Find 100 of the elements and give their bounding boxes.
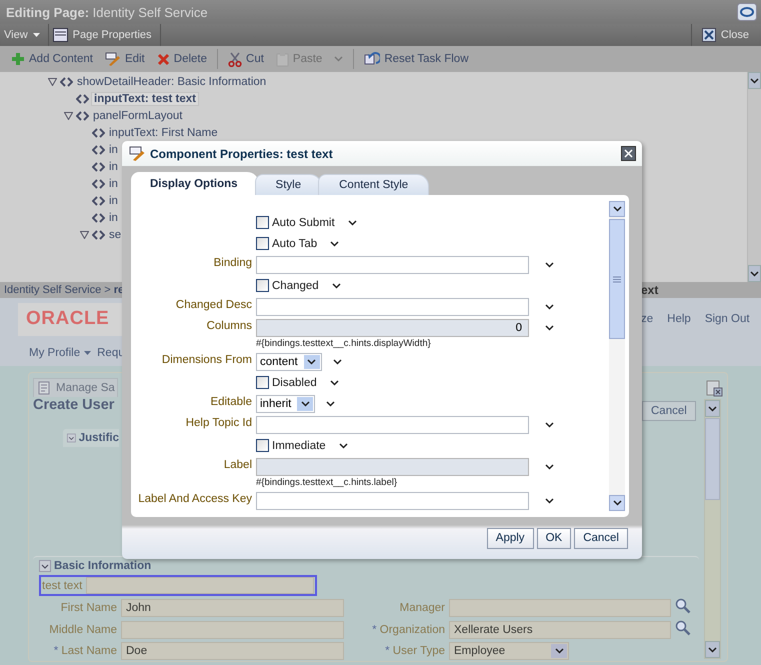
tree-item[interactable]: in (107, 144, 120, 156)
close-icon (702, 28, 716, 42)
expand-triangle-icon[interactable] (64, 112, 72, 120)
nav-link[interactable]: ze (641, 313, 654, 325)
menu-chevron-icon[interactable] (545, 498, 554, 504)
checkbox-label: Immediate (272, 440, 326, 452)
property-label: Binding (212, 256, 252, 271)
tree-item[interactable]: inputText: First Name (107, 126, 220, 138)
chevron-down-icon[interactable] (708, 646, 717, 652)
close-window-icon[interactable] (706, 380, 723, 397)
search-icon[interactable] (675, 620, 691, 636)
property-label: Label And Access Key (137, 492, 252, 507)
field-label: Manager (398, 602, 445, 614)
scroll-down-button[interactable] (748, 265, 761, 282)
close-button[interactable] (621, 146, 636, 161)
dialog-title: Component Properties: test text (150, 146, 334, 160)
checkbox[interactable] (256, 237, 269, 250)
toolbar-button[interactable]: Reset Task Flow (360, 49, 472, 69)
logo-icon (737, 3, 757, 21)
cancel-button[interactable]: Cancel (642, 401, 696, 421)
checkbox[interactable] (256, 376, 269, 389)
nav-link[interactable]: Sign Out (704, 313, 750, 325)
text-field[interactable]: Xellerate Users (449, 620, 671, 638)
tree-item[interactable]: panelFormLayout (91, 110, 184, 122)
logo: ORACLE (18, 302, 122, 336)
toolbar-button[interactable]: Edit (100, 49, 149, 69)
menu-chevron-icon[interactable] (326, 400, 336, 406)
chevron-down-icon[interactable] (554, 648, 564, 654)
menu-chevron-icon[interactable] (545, 422, 554, 428)
tab[interactable]: Display Options (131, 172, 259, 195)
checkbox-label: Auto Submit (272, 216, 335, 228)
select-field[interactable]: inherit (256, 394, 316, 412)
menu-chevron-icon[interactable] (332, 282, 341, 288)
menu-chevron-icon[interactable] (545, 304, 554, 310)
text-field[interactable] (256, 256, 529, 274)
toolbar-button[interactable]: Cut (224, 49, 268, 69)
menu-chevron-icon[interactable] (330, 240, 340, 246)
checkbox[interactable] (256, 279, 269, 292)
nav-link[interactable]: Help (667, 313, 691, 325)
field-label: First Name (60, 602, 117, 614)
text-field[interactable] (256, 492, 529, 510)
property-label: Label (222, 458, 252, 473)
dialog-button[interactable]: OK (536, 528, 572, 548)
tree-item[interactable]: in (107, 212, 120, 224)
page-heading: Create User (32, 397, 116, 415)
dialog-button[interactable]: Apply (486, 528, 534, 548)
code-icon (92, 128, 105, 138)
text-field[interactable]: Doe (121, 642, 344, 660)
select-field[interactable]: content (256, 352, 322, 370)
menu-chevron-icon[interactable] (338, 442, 348, 448)
checkbox-label: Changed (272, 280, 319, 292)
property-label: Dimensions From (160, 353, 252, 368)
menu-chevron-icon[interactable] (330, 380, 339, 386)
text-field[interactable]: John (121, 598, 344, 616)
code-icon (92, 178, 105, 188)
menu-chevron-icon[interactable] (332, 358, 342, 364)
chevron-down-icon[interactable] (750, 270, 759, 276)
checkbox[interactable] (256, 439, 269, 452)
text-field[interactable] (256, 298, 529, 316)
scroll-down-button[interactable] (609, 495, 625, 511)
binding-hint: #{bindings.testtext__c.hints.label} (256, 477, 398, 490)
section-header[interactable]: Justific (63, 429, 119, 447)
menu-chevron-icon[interactable] (545, 464, 554, 470)
tree-item[interactable]: in (107, 178, 120, 190)
tree-item[interactable]: in (107, 194, 120, 206)
toolbar-button[interactable]: Add Content (7, 49, 97, 69)
menu-chevron-icon[interactable] (545, 262, 554, 268)
binding-hint: #{bindings.testtext__c.hints.displayWidth} (256, 338, 432, 351)
nav-menu[interactable]: My Profile (29, 347, 92, 359)
chevron-down-icon[interactable] (307, 358, 316, 364)
tree-item[interactable]: showDetailHeader: Basic Information (75, 76, 268, 88)
collapse-icon[interactable] (39, 560, 51, 572)
expand-triangle-icon[interactable] (80, 230, 88, 238)
scroll-down-button[interactable] (705, 641, 720, 658)
text-field[interactable] (449, 598, 671, 616)
window-title: Editing Page: Identity Self Service (6, 4, 209, 20)
toolbar-button[interactable]: Delete (152, 49, 212, 69)
menu-chevron-icon[interactable] (348, 220, 357, 226)
pencil-icon (129, 146, 146, 161)
text-field[interactable] (121, 620, 344, 638)
code-icon (92, 212, 105, 222)
field-label: * Last Name (52, 645, 117, 657)
tree-item[interactable]: se (107, 228, 124, 240)
property-label: Columns (206, 319, 252, 334)
select-field[interactable]: Employee (449, 642, 569, 660)
search-icon[interactable] (675, 598, 691, 614)
tree-item[interactable]: inputText: test text (91, 92, 200, 106)
code-icon (76, 94, 89, 104)
checkbox[interactable] (256, 216, 269, 229)
tree-item[interactable]: in (107, 160, 120, 172)
text-field[interactable] (256, 416, 529, 434)
menu-chevron-icon[interactable] (545, 324, 554, 330)
tab[interactable]: Content Style (318, 174, 430, 195)
scroll-thumb[interactable] (609, 219, 625, 339)
scroll-thumb[interactable] (705, 418, 720, 500)
dialog-button[interactable]: Cancel (574, 528, 628, 548)
chevron-down-icon[interactable] (612, 500, 622, 506)
field-label: * Organization (371, 624, 445, 636)
expand-triangle-icon[interactable] (48, 78, 56, 86)
chevron-down-icon[interactable] (300, 400, 310, 406)
